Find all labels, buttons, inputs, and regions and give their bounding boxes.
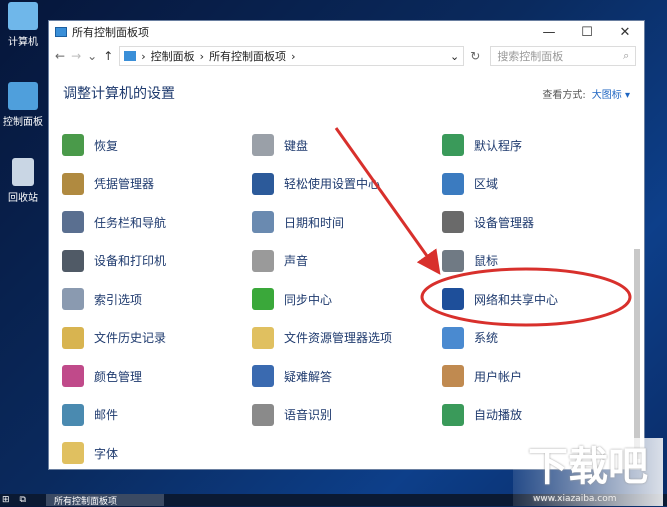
watermark-logo: 下载吧 www.xiazaiba.com	[513, 438, 663, 506]
annotation-overlay	[334, 127, 632, 327]
task-view-button[interactable]: ⧉	[20, 495, 26, 505]
annotation-circle	[420, 267, 632, 327]
taskbar-app-control-panel[interactable]: 所有控制面板项	[45, 494, 164, 507]
start-button[interactable]: ⊞	[2, 495, 10, 505]
annotation-arrow	[334, 127, 441, 275]
taskbar-app-label: 所有控制面板项	[53, 496, 117, 507]
